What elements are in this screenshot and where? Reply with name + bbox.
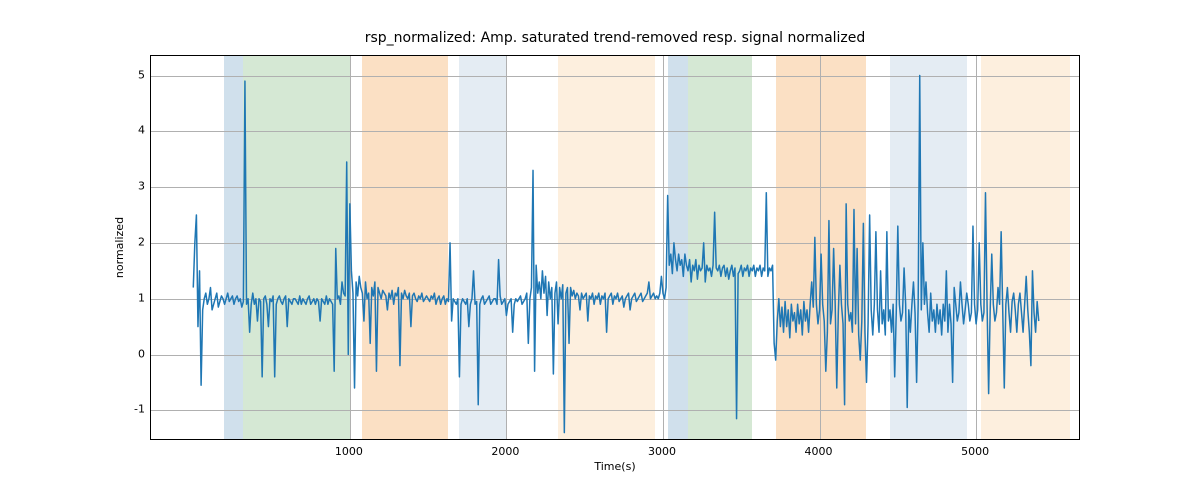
- x-tick-label: 2000: [491, 445, 519, 458]
- y-tick-label: 2: [120, 235, 145, 248]
- x-axis-label: Time(s): [150, 460, 1080, 473]
- y-tick-label: 5: [120, 68, 145, 81]
- y-tick-label: 1: [120, 291, 145, 304]
- plot-area: [150, 55, 1080, 440]
- y-tick-label: 0: [120, 347, 145, 360]
- y-tick-label: 3: [120, 180, 145, 193]
- signal-line: [193, 76, 1038, 433]
- x-tick-label: 4000: [805, 445, 833, 458]
- x-tick-label: 3000: [648, 445, 676, 458]
- signal-svg: [151, 56, 1080, 440]
- x-tick-label: 5000: [961, 445, 989, 458]
- y-tick-label: 4: [120, 124, 145, 137]
- figure: rsp_normalized: Amp. saturated trend-rem…: [0, 0, 1200, 500]
- x-tick-label: 1000: [335, 445, 363, 458]
- y-tick-label: -1: [120, 403, 145, 416]
- chart-title: rsp_normalized: Amp. saturated trend-rem…: [150, 30, 1080, 46]
